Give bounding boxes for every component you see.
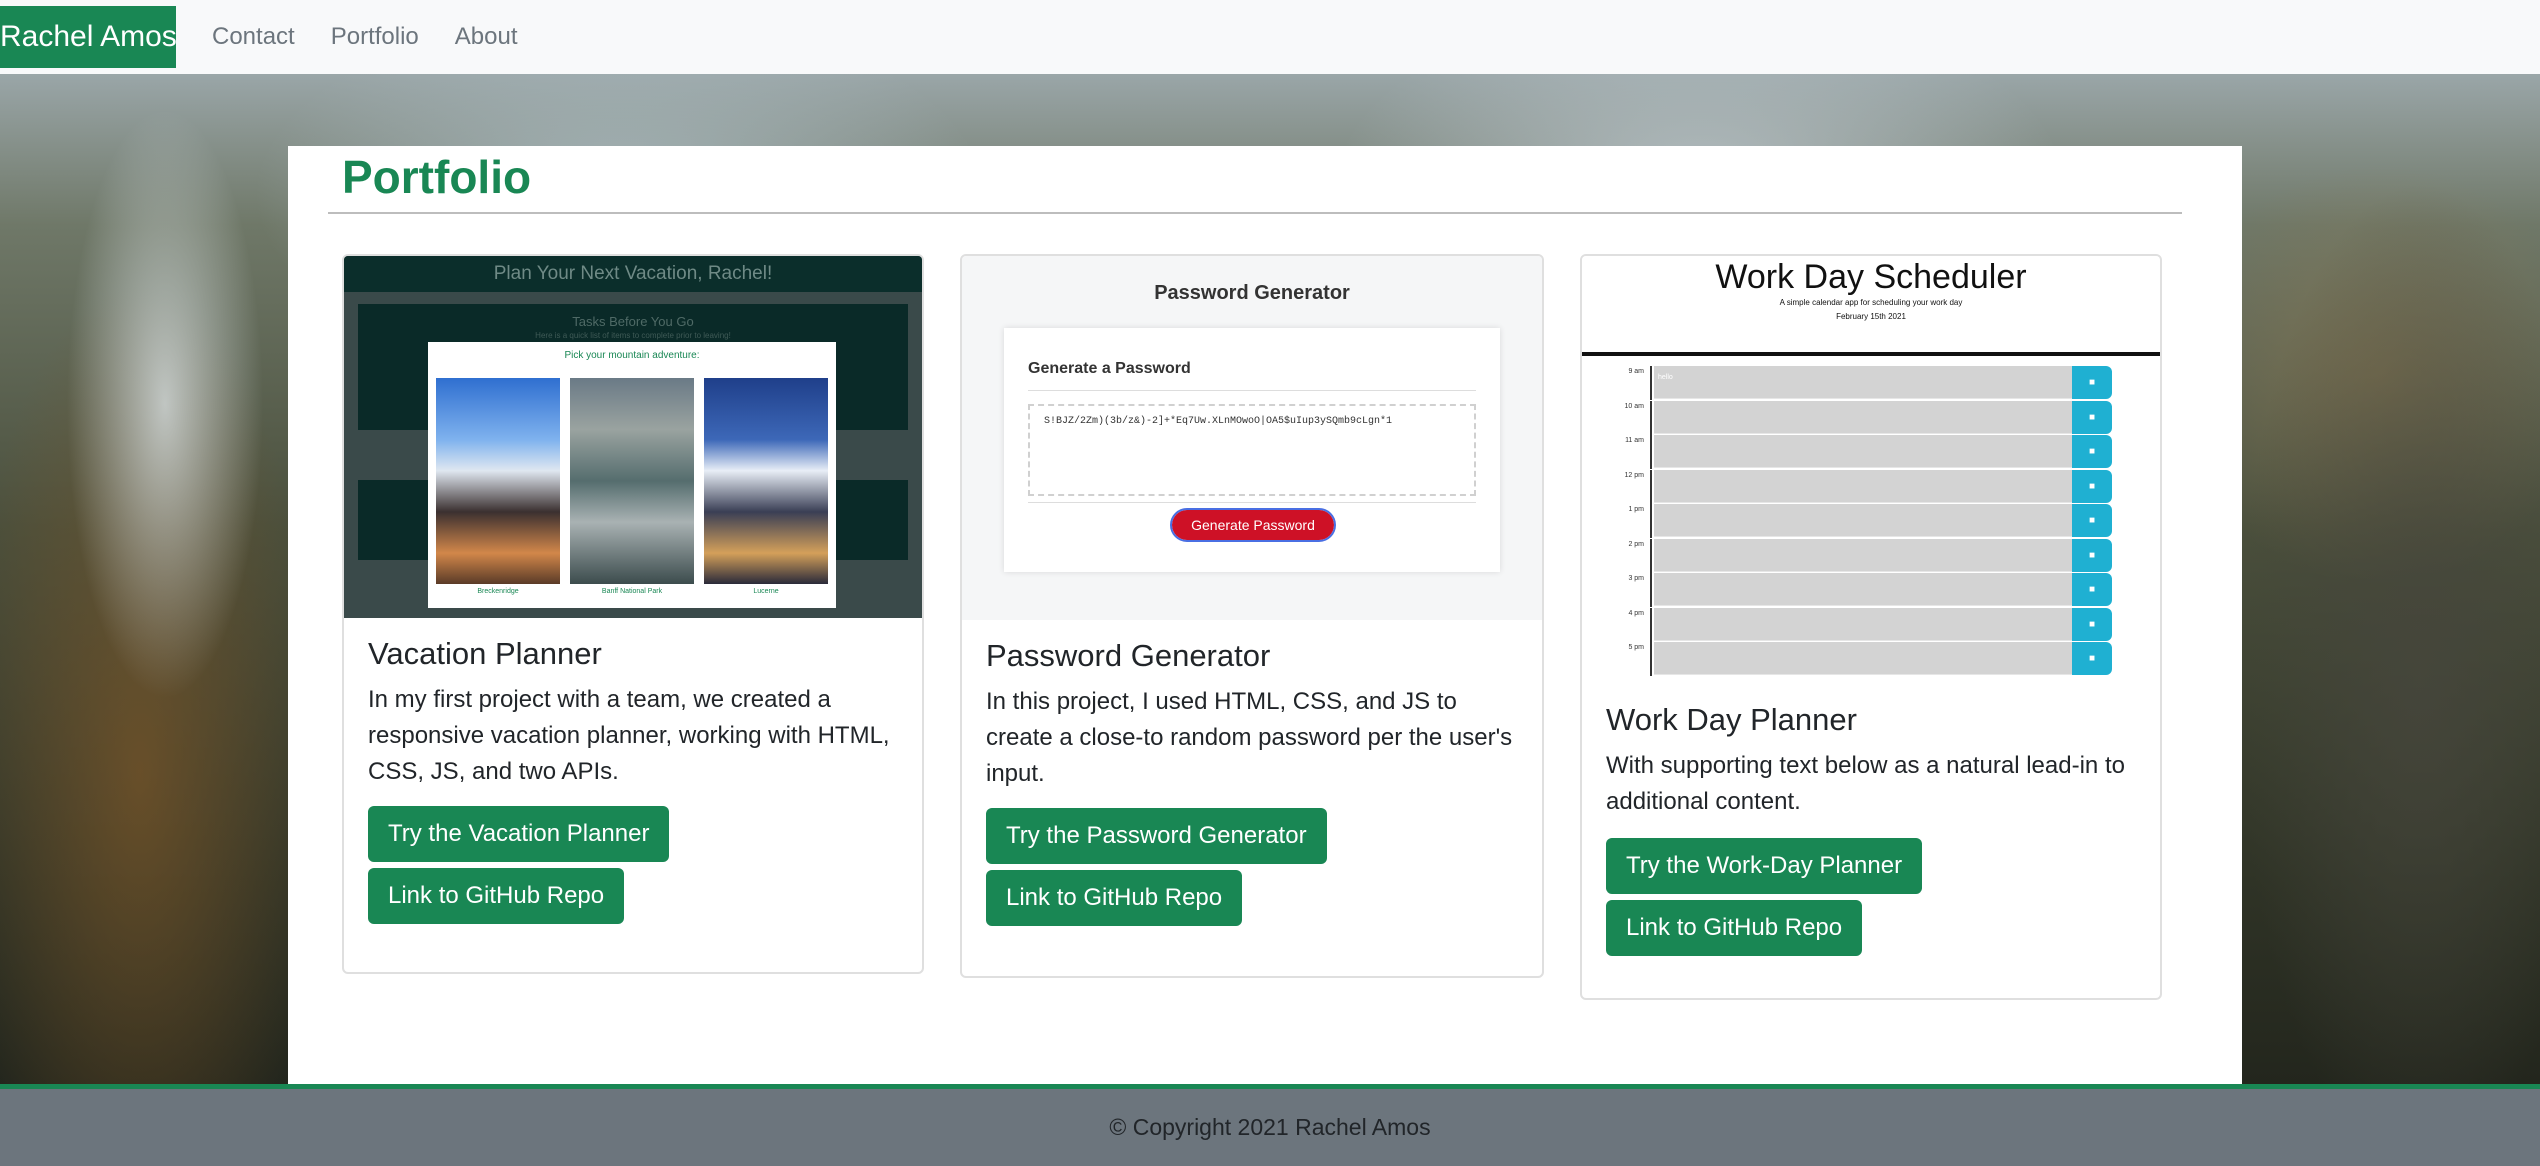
preview-time-slot: hello	[1654, 366, 2072, 399]
preview-time-slot	[1654, 642, 2072, 675]
preview-time-slot	[1654, 607, 2072, 641]
preview-hour-label: 11 am	[1602, 435, 1652, 469]
preview-subheading: A simple calendar app for scheduling you…	[1779, 298, 1963, 307]
divider	[1028, 502, 1476, 503]
preview-hour-row: 10 am ■	[1602, 400, 2120, 435]
preview-modal: Pick your mountain adventure: Breckenrid…	[428, 342, 836, 608]
preview-password-output: S!BJZ/2Zm)(3b/z&)-2]+*Eq7Uw.XLnMOwoO|OA5…	[1028, 404, 1476, 496]
project-card-vacation: Plan Your Next Vacation, Rachel! Tasks B…	[342, 254, 924, 974]
preview-heading: Plan Your Next Vacation, Rachel!	[344, 256, 922, 292]
try-work-day-planner-button[interactable]: Try the Work-Day Planner	[1606, 838, 1923, 894]
card-title: Vacation Planner	[368, 636, 602, 671]
preview-slot-text: hello	[1658, 374, 1673, 381]
divider	[1028, 390, 1476, 391]
try-vacation-planner-button[interactable]: Try the Vacation Planner	[368, 806, 670, 862]
preview-hour-label: 12 pm	[1602, 469, 1652, 504]
preview-hour-label: 5 pm	[1602, 642, 1652, 676]
preview-hour-label: 1 pm	[1602, 504, 1652, 538]
preview-modal-title: Pick your mountain adventure:	[564, 350, 700, 361]
preview-header-rule	[1582, 352, 2160, 356]
card-title: Work Day Planner	[1606, 702, 1857, 737]
preview-time-slot	[1654, 573, 2072, 606]
password-github-repo-button[interactable]: Link to GitHub Repo	[986, 870, 1243, 926]
footer-copyright: © Copyright 2021 Rachel Amos	[1109, 1114, 1431, 1140]
vacation-github-repo-button[interactable]: Link to GitHub Repo	[368, 868, 625, 924]
preview-hour-label: 10 am	[1602, 400, 1652, 435]
project-card-password: Password Generator Generate a Password S…	[960, 254, 1544, 978]
preview-date: February 15th 2021	[1836, 312, 1906, 321]
card-text: In this project, I used HTML, CSS, and J…	[986, 688, 1513, 787]
preview-hour-row: 12 pm ■	[1602, 469, 2120, 504]
preview-hour-row: 2 pm ■	[1602, 538, 2120, 573]
password-generator-screenshot: Password Generator Generate a Password S…	[962, 256, 1542, 620]
card-body: Work Day Planner With supporting text be…	[1582, 702, 2160, 956]
preview-hour-row: 5 pm ■	[1602, 642, 2120, 676]
preview-time-slot	[1654, 538, 2072, 572]
title-divider	[328, 212, 2182, 214]
nav-link-portfolio[interactable]: Portfolio	[331, 23, 419, 51]
card-body: Password Generator In this project, I us…	[962, 638, 1542, 926]
preview-subheading: Tasks Before You Go	[572, 314, 694, 329]
preview-save-lock-icon: ■	[2072, 607, 2112, 641]
preview-save-lock-icon: ■	[2072, 435, 2112, 468]
preview-hour-row: 4 pm ■	[1602, 607, 2120, 642]
preview-hour-label: 3 pm	[1602, 573, 1652, 607]
preview-save-lock-icon: ■	[2072, 573, 2112, 606]
preview-heading: Work Day Scheduler	[1715, 258, 2027, 296]
preview-save-lock-icon: ■	[2072, 400, 2112, 434]
preview-heading: Password Generator	[1154, 282, 1350, 304]
preview-generator-box: Generate a Password S!BJZ/2Zm)(3b/z&)-2]…	[1004, 328, 1500, 572]
portfolio-panel: Portfolio Plan Your Next Vacation, Rache…	[288, 146, 2242, 1084]
workday-github-repo-button[interactable]: Link to GitHub Repo	[1606, 900, 1863, 956]
preview-hour-row: 1 pm ■	[1602, 504, 2120, 538]
page-title: Portfolio	[342, 151, 532, 203]
banff-photo	[570, 378, 694, 584]
preview-hour-row: 11 am ■	[1602, 435, 2120, 469]
preview-hour-row: 3 pm ■	[1602, 573, 2120, 607]
card-text: In my first project with a team, we crea…	[368, 686, 890, 785]
lucerne-photo	[704, 378, 828, 584]
vacation-planner-screenshot: Plan Your Next Vacation, Rachel! Tasks B…	[344, 256, 922, 618]
preview-time-slot	[1654, 469, 2072, 503]
card-body: Vacation Planner In my first project wit…	[344, 636, 922, 924]
preview-box-title: Generate a Password	[1028, 360, 1191, 377]
preview-time-slot	[1654, 400, 2072, 434]
preview-hour-label: 9 am	[1602, 366, 1652, 400]
work-day-scheduler-screenshot: Work Day Scheduler A simple calendar app…	[1582, 256, 2160, 678]
breckenridge-photo	[436, 378, 560, 584]
navbar: Rachel Amos Contact Portfolio About	[0, 0, 2540, 74]
preview-time-slot	[1654, 435, 2072, 468]
nav-link-contact[interactable]: Contact	[212, 23, 295, 51]
card-title: Password Generator	[986, 638, 1271, 673]
preview-hour-label: 2 pm	[1602, 538, 1652, 573]
caption-breckenridge: Breckenridge	[477, 588, 519, 595]
card-text: With supporting text below as a natural …	[1606, 752, 2125, 815]
try-password-generator-button[interactable]: Try the Password Generator	[986, 808, 1327, 864]
preview-save-lock-icon: ■	[2072, 538, 2112, 572]
preview-hour-label: 4 pm	[1602, 607, 1652, 642]
preview-generate-button: Generate Password	[1170, 508, 1336, 542]
navbar-brand[interactable]: Rachel Amos	[0, 6, 176, 68]
preview-save-lock-icon: ■	[2072, 469, 2112, 503]
caption-banff: Banff National Park	[601, 588, 663, 595]
preview-subtext: Here is a quick list of items to complet…	[535, 331, 731, 340]
preview-save-lock-icon: ■	[2072, 642, 2112, 675]
nav-link-about[interactable]: About	[455, 23, 518, 51]
footer: © Copyright 2021 Rachel Amos	[0, 1084, 2540, 1166]
preview-time-slot	[1654, 504, 2072, 537]
preview-hour-row: 9 am hello ■	[1602, 366, 2120, 400]
project-card-workday: Work Day Scheduler A simple calendar app…	[1580, 254, 2162, 1000]
preview-save-lock-icon: ■	[2072, 504, 2112, 537]
caption-lucerne: Lucerne	[753, 588, 779, 595]
preview-save-lock-icon: ■	[2072, 366, 2112, 399]
